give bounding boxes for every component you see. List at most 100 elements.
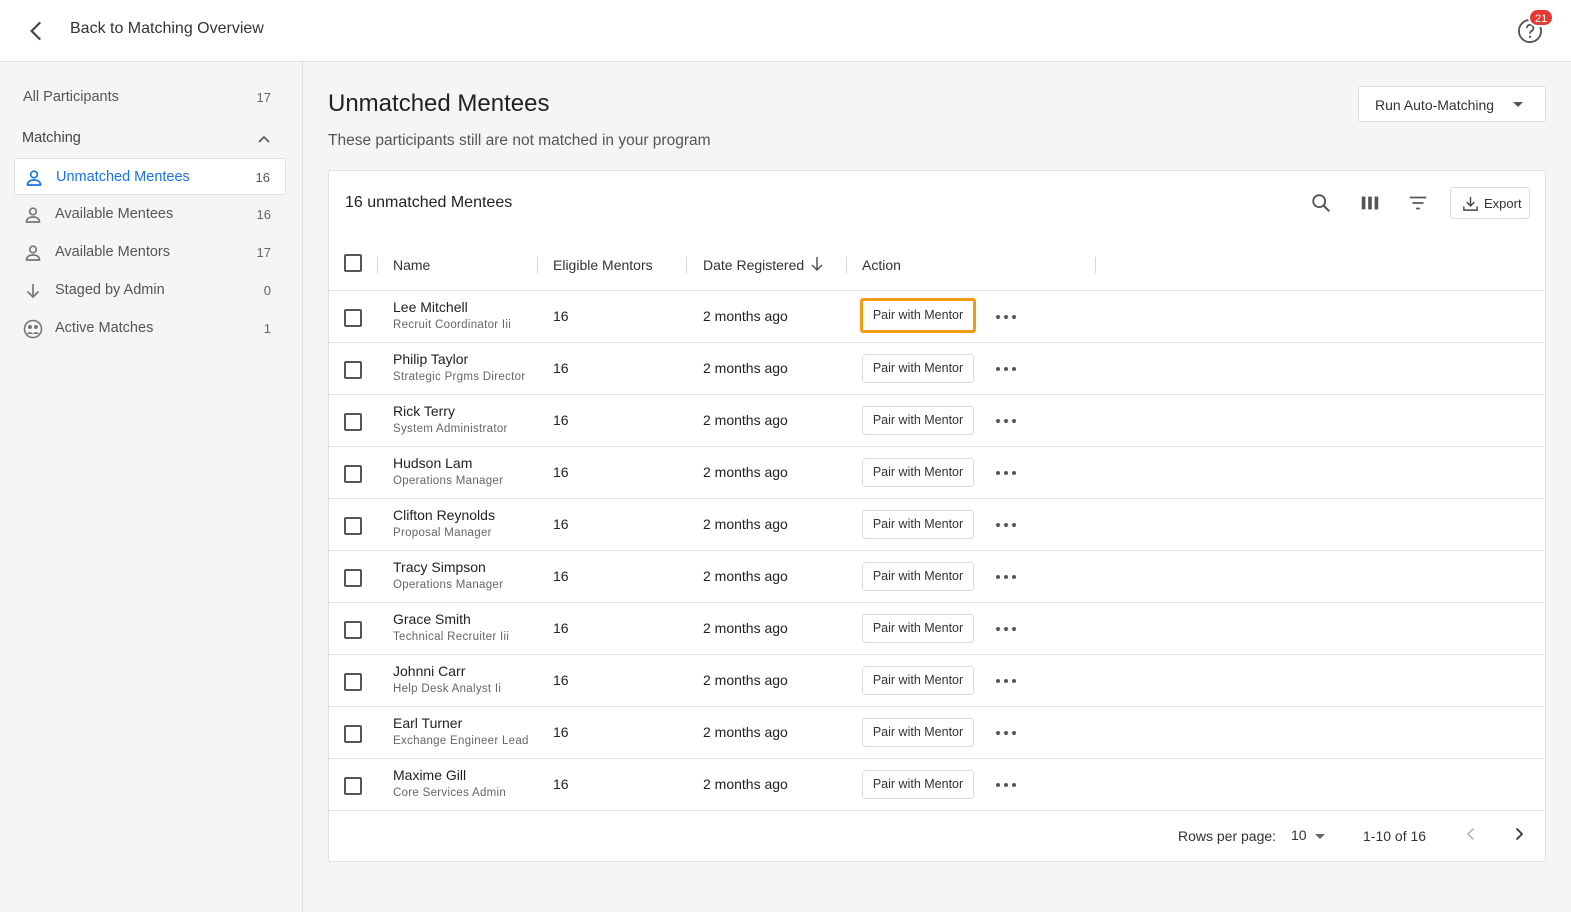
column-header-name[interactable]: Name bbox=[393, 257, 430, 273]
date-registered: 2 months ago bbox=[703, 568, 788, 584]
table-row: Grace Smith Technical Recruiter Iii 16 2… bbox=[329, 603, 1545, 655]
back-to-matching-overview-link[interactable]: Back to Matching Overview bbox=[70, 20, 264, 38]
more-options-icon[interactable] bbox=[994, 569, 1018, 585]
more-options-icon[interactable] bbox=[994, 465, 1018, 481]
sidebar-item-staged-by-admin[interactable]: Staged by Admin 0 bbox=[14, 272, 286, 309]
eligible-mentors-count: 16 bbox=[553, 672, 569, 688]
mentee-name[interactable]: Johnni Carr bbox=[393, 663, 465, 679]
eligible-mentors-count: 16 bbox=[553, 412, 569, 428]
mentee-name[interactable]: Maxime Gill bbox=[393, 767, 466, 783]
sidebar-item-label: All Participants bbox=[23, 89, 119, 105]
date-registered: 2 months ago bbox=[703, 620, 788, 636]
column-divider bbox=[846, 257, 847, 273]
pair-with-mentor-button[interactable]: Pair with Mentor bbox=[862, 562, 974, 591]
caret-down-icon[interactable] bbox=[1315, 834, 1325, 839]
chevron-left-icon[interactable] bbox=[24, 18, 50, 44]
pair-with-mentor-button[interactable]: Pair with Mentor bbox=[862, 770, 974, 799]
row-checkbox[interactable] bbox=[344, 569, 362, 587]
mentee-job-title: System Administrator bbox=[393, 423, 508, 435]
pair-with-mentor-button[interactable]: Pair with Mentor bbox=[862, 718, 974, 747]
person-icon bbox=[26, 170, 42, 186]
sidebar-item-all-participants[interactable]: All Participants 17 bbox=[14, 79, 286, 116]
date-registered: 2 months ago bbox=[703, 308, 788, 324]
row-checkbox[interactable] bbox=[344, 621, 362, 639]
eligible-mentors-count: 16 bbox=[553, 464, 569, 480]
row-checkbox[interactable] bbox=[344, 465, 362, 483]
sidebar-section-matching[interactable]: Matching bbox=[14, 120, 286, 157]
export-button[interactable]: Export bbox=[1450, 187, 1530, 219]
pair-with-mentor-button[interactable]: Pair with Mentor bbox=[862, 510, 974, 539]
more-options-icon[interactable] bbox=[994, 413, 1018, 429]
mentee-job-title: Recruit Coordinator Iii bbox=[393, 319, 512, 331]
more-options-icon[interactable] bbox=[994, 309, 1018, 325]
run-auto-matching-button[interactable]: Run Auto-Matching bbox=[1358, 86, 1546, 122]
sidebar-item-label: Active Matches bbox=[55, 320, 154, 336]
card-title: 16 unmatched Mentees bbox=[345, 194, 513, 211]
row-checkbox[interactable] bbox=[344, 361, 362, 379]
row-checkbox[interactable] bbox=[344, 309, 362, 327]
pair-with-mentor-button[interactable]: Pair with Mentor bbox=[862, 666, 974, 695]
mentee-name[interactable]: Clifton Reynolds bbox=[393, 507, 495, 523]
row-checkbox[interactable] bbox=[344, 413, 362, 431]
select-all-checkbox[interactable] bbox=[344, 254, 362, 272]
sidebar-item-count: 16 bbox=[255, 170, 270, 185]
sidebar-item-label: Unmatched Mentees bbox=[56, 169, 190, 185]
sidebar-item-label: Available Mentors bbox=[55, 244, 170, 260]
column-header-eligible-mentors[interactable]: Eligible Mentors bbox=[553, 257, 653, 273]
mentee-name[interactable]: Rick Terry bbox=[393, 403, 455, 419]
row-checkbox[interactable] bbox=[344, 517, 362, 535]
more-options-icon[interactable] bbox=[994, 361, 1018, 377]
search-icon[interactable] bbox=[1310, 192, 1332, 214]
chevron-right-icon[interactable] bbox=[1510, 825, 1528, 843]
date-registered: 2 months ago bbox=[703, 516, 788, 532]
mentee-name[interactable]: Hudson Lam bbox=[393, 455, 472, 471]
person-icon bbox=[25, 207, 41, 223]
row-checkbox[interactable] bbox=[344, 725, 362, 743]
more-options-icon[interactable] bbox=[994, 725, 1018, 741]
sidebar-item-active-matches[interactable]: Active Matches 1 bbox=[14, 310, 286, 347]
rows-per-page-select[interactable]: 10 bbox=[1291, 827, 1307, 843]
pair-with-mentor-button[interactable]: Pair with Mentor bbox=[862, 614, 974, 643]
pair-with-mentor-button[interactable]: Pair with Mentor bbox=[862, 406, 974, 435]
sidebar-item-available-mentees[interactable]: Available Mentees 16 bbox=[14, 196, 286, 233]
eligible-mentors-count: 16 bbox=[553, 724, 569, 740]
table-row: Clifton Reynolds Proposal Manager 16 2 m… bbox=[329, 499, 1545, 551]
table-row: Johnni Carr Help Desk Analyst Ii 16 2 mo… bbox=[329, 655, 1545, 707]
more-options-icon[interactable] bbox=[994, 777, 1018, 793]
filter-icon[interactable] bbox=[1407, 192, 1429, 214]
sidebar-section-label: Matching bbox=[22, 130, 81, 146]
sidebar-item-available-mentors[interactable]: Available Mentors 17 bbox=[14, 234, 286, 271]
pair-with-mentor-button[interactable]: Pair with Mentor bbox=[862, 354, 974, 383]
more-options-icon[interactable] bbox=[994, 517, 1018, 533]
mentee-name[interactable]: Tracy Simpson bbox=[393, 559, 486, 575]
column-header-date-registered[interactable]: Date Registered bbox=[703, 257, 804, 273]
row-checkbox[interactable] bbox=[344, 673, 362, 691]
mentee-name[interactable]: Earl Turner bbox=[393, 715, 462, 731]
date-registered: 2 months ago bbox=[703, 360, 788, 376]
mentee-name[interactable]: Philip Taylor bbox=[393, 351, 468, 367]
chevron-up-icon[interactable] bbox=[256, 131, 272, 147]
mentee-job-title: Core Services Admin bbox=[393, 787, 507, 799]
mentee-name[interactable]: Lee Mitchell bbox=[393, 299, 468, 315]
columns-icon[interactable] bbox=[1359, 192, 1381, 214]
sort-descending-icon[interactable] bbox=[809, 255, 825, 273]
person-icon bbox=[25, 245, 41, 261]
table-header: Name Eligible Mentors Date Registered Ac… bbox=[329, 243, 1545, 291]
page-title: Unmatched Mentees bbox=[328, 90, 550, 117]
sidebar-item-unmatched-mentees[interactable]: Unmatched Mentees 16 bbox=[14, 158, 286, 195]
more-options-icon[interactable] bbox=[994, 621, 1018, 637]
pair-with-mentor-button[interactable]: Pair with Mentor bbox=[860, 298, 976, 333]
row-checkbox[interactable] bbox=[344, 777, 362, 795]
table-row: Earl Turner Exchange Engineer Lead 16 2 … bbox=[329, 707, 1545, 759]
pair-with-mentor-button[interactable]: Pair with Mentor bbox=[862, 458, 974, 487]
table-row: Tracy Simpson Operations Manager 16 2 mo… bbox=[329, 551, 1545, 603]
more-options-icon[interactable] bbox=[994, 673, 1018, 689]
run-auto-matching-label: Run Auto-Matching bbox=[1375, 97, 1495, 113]
group-icon bbox=[23, 319, 43, 339]
mentees-table-card: 16 unmatched Mentees Export Name Eligibl… bbox=[328, 170, 1546, 862]
chevron-left-icon[interactable] bbox=[1462, 825, 1480, 843]
mentee-name[interactable]: Grace Smith bbox=[393, 611, 471, 627]
sidebar-item-label: Staged by Admin bbox=[55, 282, 165, 298]
eligible-mentors-count: 16 bbox=[553, 776, 569, 792]
date-registered: 2 months ago bbox=[703, 724, 788, 740]
